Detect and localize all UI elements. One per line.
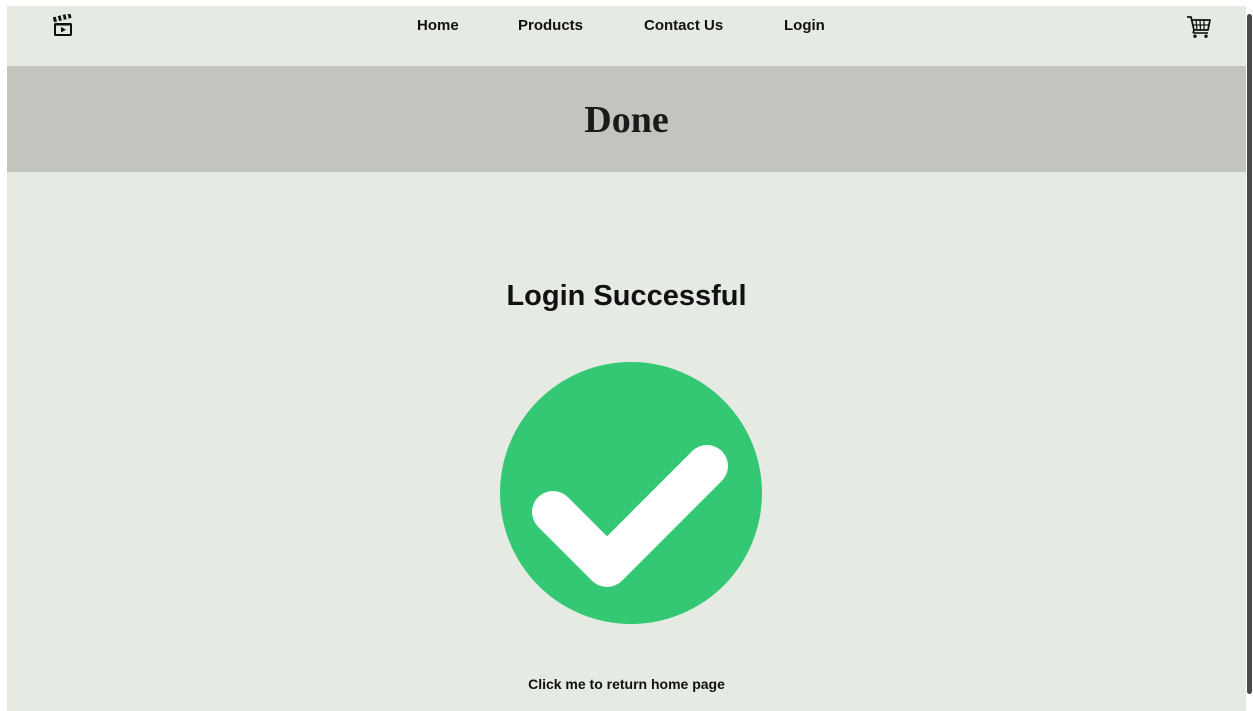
login-status-heading: Login Successful <box>506 280 747 312</box>
nav-link-login[interactable]: Login <box>784 17 825 34</box>
check-circle-icon <box>500 362 762 624</box>
nav-link-home[interactable]: Home <box>417 17 459 34</box>
nav-link-contact-us[interactable]: Contact Us <box>644 17 723 34</box>
top-navbar: Home Products Contact Us Login <box>7 6 1246 66</box>
nav-link-products[interactable]: Products <box>518 17 583 34</box>
page-title: Done <box>584 99 669 141</box>
page-viewport: Home Products Contact Us Login Done Logi… <box>7 6 1246 711</box>
page-banner: Done <box>7 66 1246 172</box>
return-home-link[interactable]: Click me to return home page <box>7 676 1246 692</box>
scrollbar-thumb[interactable] <box>1247 14 1252 694</box>
vertical-scrollbar[interactable] <box>1246 6 1253 711</box>
clapperboard-icon[interactable] <box>51 14 75 38</box>
shopping-cart-icon[interactable] <box>1186 15 1212 39</box>
